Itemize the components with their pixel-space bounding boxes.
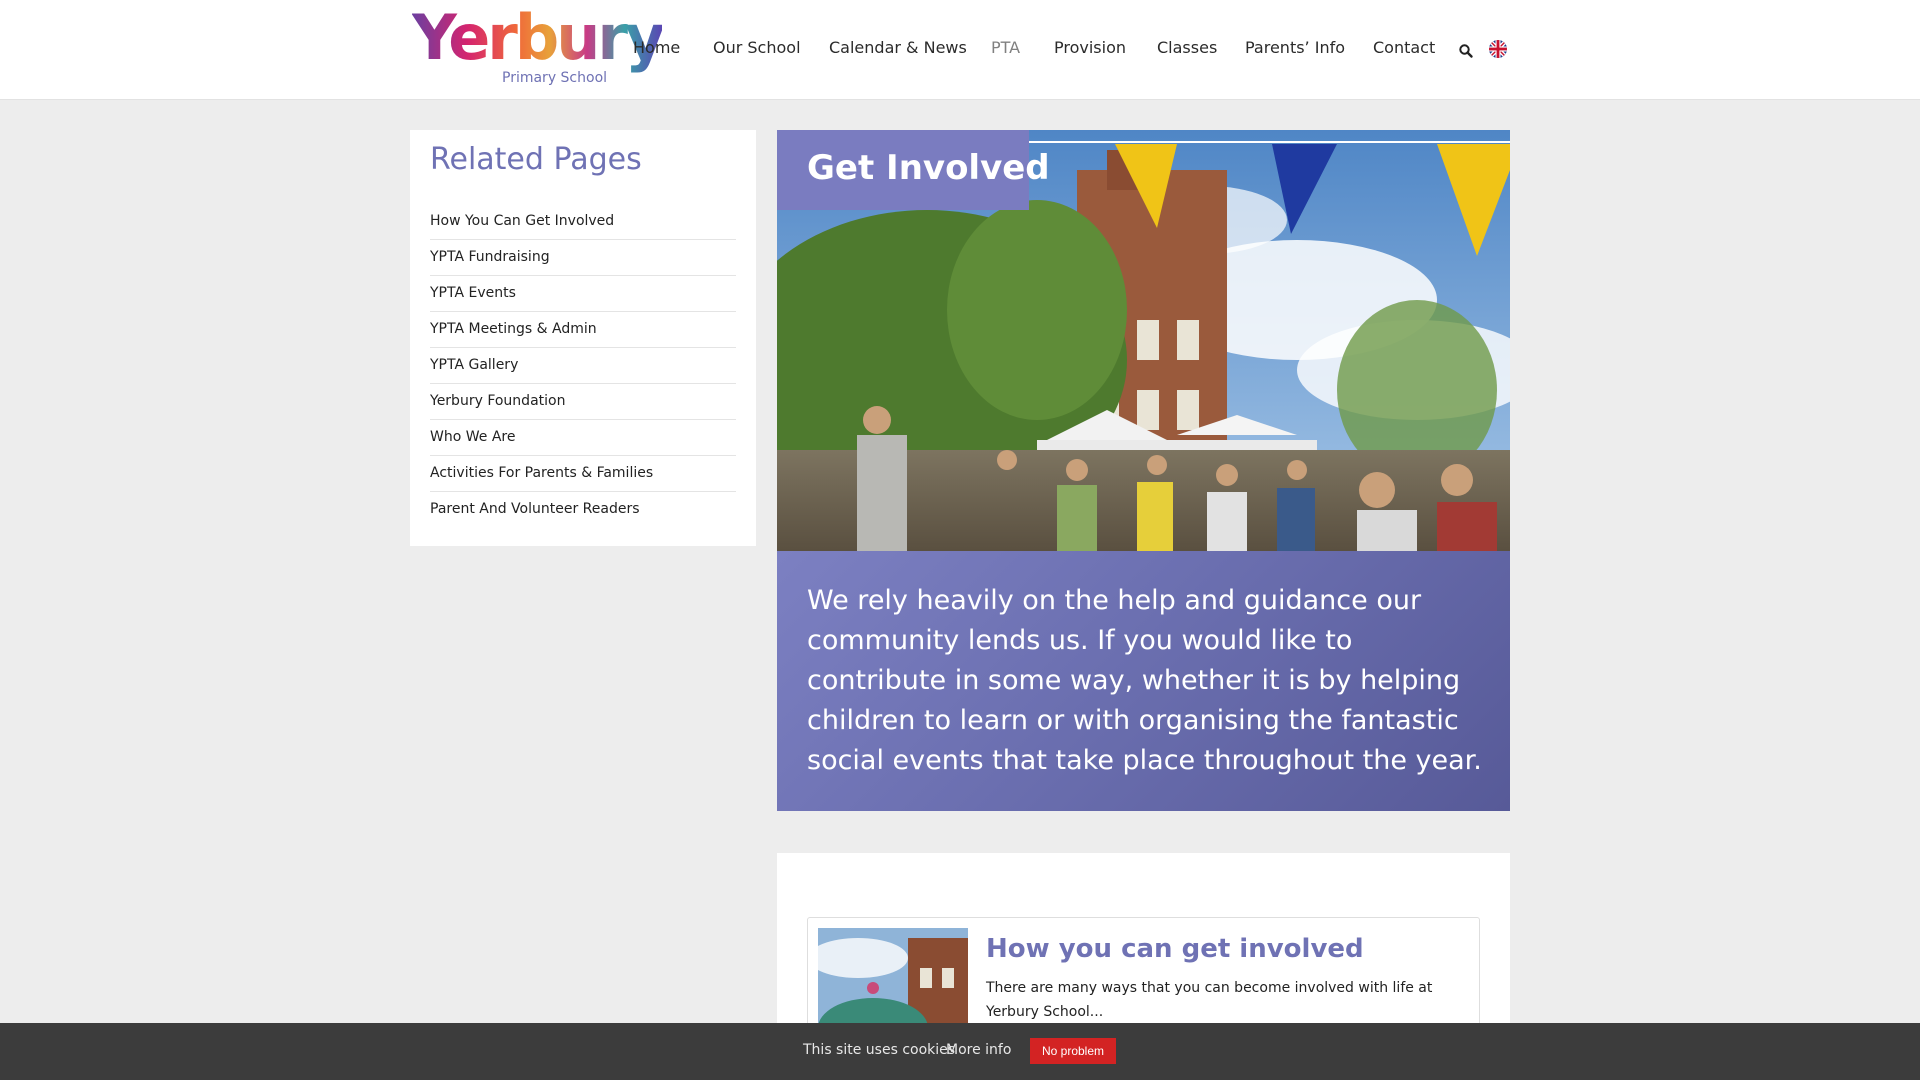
- uk-flag-icon[interactable]: [1489, 40, 1507, 58]
- nav-parents-info[interactable]: Parents’ Info: [1245, 38, 1345, 57]
- page-title: Get Involved: [807, 148, 1050, 188]
- sidebar-item-yerbury-foundation[interactable]: Yerbury Foundation: [430, 384, 736, 420]
- sidebar-item-ypta-events[interactable]: YPTA Events: [430, 276, 736, 312]
- nav-calendar-news[interactable]: Calendar & News: [829, 38, 967, 57]
- hero-title-box: Get Involved: [777, 130, 1050, 210]
- nav-home[interactable]: Home: [633, 38, 680, 57]
- cookie-bar: This site uses cookies More info No prob…: [0, 1023, 1920, 1080]
- hero-banner: Get Involved: [777, 130, 1510, 551]
- sidebar-item-ypta-meetings-admin[interactable]: YPTA Meetings & Admin: [430, 312, 736, 348]
- sidebar-item-ypta-fundraising[interactable]: YPTA Fundraising: [430, 240, 736, 276]
- sidebar-item-how-you-can-get-involved[interactable]: How You Can Get Involved: [430, 204, 736, 240]
- sidebar-item-who-we-are[interactable]: Who We Are: [430, 420, 736, 456]
- sidebar-item-activities-for-parents[interactable]: Activities For Parents & Families: [430, 456, 736, 492]
- cookie-accept-button[interactable]: No problem: [1030, 1038, 1116, 1064]
- nav-classes[interactable]: Classes: [1157, 38, 1217, 57]
- intro-panel: We rely heavily on the help and guidance…: [777, 551, 1510, 811]
- logo-subtitle: Primary School: [502, 70, 608, 86]
- nav-pta[interactable]: PTA: [991, 38, 1020, 57]
- related-pages-sidebar: Related Pages How You Can Get Involved Y…: [410, 130, 756, 546]
- intro-text: We rely heavily on the help and guidance…: [807, 585, 1482, 776]
- nav-provision[interactable]: Provision: [1054, 38, 1126, 57]
- search-icon[interactable]: [1458, 43, 1474, 59]
- cookie-more-info-link[interactable]: More info: [946, 1042, 1011, 1058]
- cookie-message: This site uses cookies: [803, 1042, 956, 1058]
- card-excerpt: There are many ways that you can become …: [986, 980, 1433, 1020]
- sidebar-title: Related Pages: [430, 142, 642, 177]
- sidebar-item-parent-volunteer-readers[interactable]: Parent And Volunteer Readers: [430, 492, 736, 528]
- site-header: Yerbury Primary School Home Our School C…: [0, 0, 1920, 100]
- related-pages-list: How You Can Get Involved YPTA Fundraisin…: [430, 204, 736, 528]
- sidebar-item-ypta-gallery[interactable]: YPTA Gallery: [430, 348, 736, 384]
- main-navigation: Home Our School Calendar & News PTA Prov…: [0, 38, 1920, 62]
- nav-our-school[interactable]: Our School: [713, 38, 801, 57]
- card-title[interactable]: How you can get involved: [986, 934, 1364, 964]
- nav-contact[interactable]: Contact: [1373, 38, 1435, 57]
